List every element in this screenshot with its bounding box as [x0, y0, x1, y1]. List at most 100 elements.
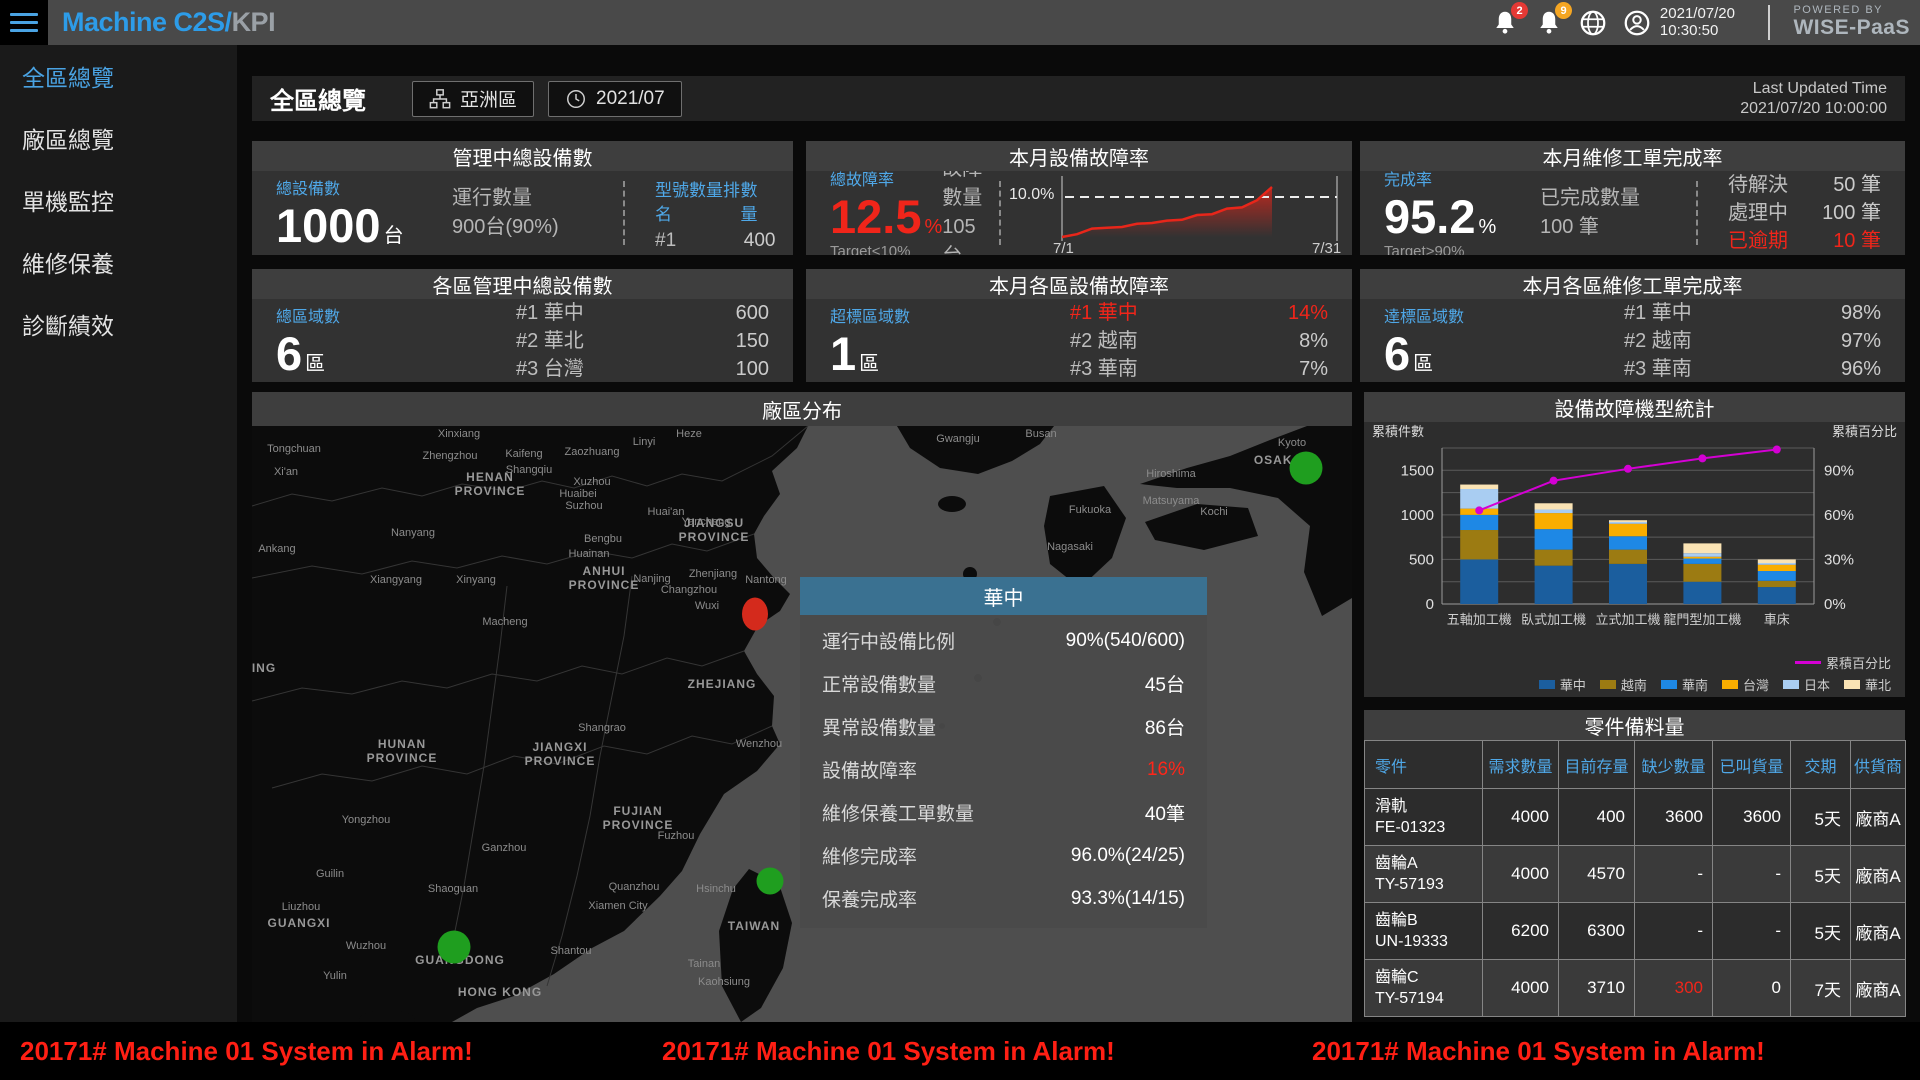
svg-text:車床: 車床 [1764, 612, 1790, 627]
tooltip-row: 維修完成率96.0%(24/25) [800, 834, 1207, 877]
target-met-region-stat: 達標區域數 6 區 [1360, 303, 1600, 379]
table-header-cell: 目前存量 [1559, 741, 1635, 789]
svg-text:30%: 30% [1824, 551, 1854, 568]
pareto-series-legend: 華中越南華南台灣日本華北 [1364, 672, 1905, 696]
account-button[interactable] [1622, 8, 1652, 38]
svg-text:1500: 1500 [1401, 462, 1434, 479]
x-end-label: 7/31 [1312, 240, 1341, 255]
notification-badge: 2 [1511, 2, 1528, 19]
tooltip-row: 異常設備數量86台 [800, 705, 1207, 748]
card-region-work-order: 本月各區維修工單完成率 達標區域數 6 區 #1 華中98%#2 越南97%#3… [1360, 269, 1905, 382]
month-filter-button[interactable]: 2021/07 [548, 81, 682, 117]
factory-status-marker[interactable] [742, 598, 768, 631]
table-header-cell: 零件 [1365, 741, 1483, 789]
over-limit-region-stat: 超標區域數 1 區 [806, 303, 1046, 379]
pareto-line-legend: 累積百分比 [1364, 652, 1905, 672]
topbar-divider [1768, 5, 1770, 40]
running-devices-stat: 運行數量 900台(90%) [452, 184, 617, 242]
part-name: 齒輪A [1375, 853, 1473, 874]
divider [999, 181, 1001, 245]
card-fault-model-stats: 設備故障機型統計 累積件數累積百分比0500100015000%30%60%90… [1364, 392, 1905, 697]
legend-entry[interactable]: 台灣 [1722, 675, 1769, 694]
alarm-bell-button[interactable]: 9 [1534, 8, 1564, 38]
card-title: 各區管理中總設備數 [252, 269, 793, 299]
part-name: 齒輪B [1375, 910, 1473, 931]
table-cell: 4000 [1483, 789, 1559, 846]
hamburger-menu-button[interactable] [0, 0, 48, 45]
table-header-cell: 已叫貨量 [1713, 741, 1791, 789]
legend-entry[interactable]: 越南 [1600, 675, 1647, 694]
last-updated-label: Last Updated Time [1740, 79, 1887, 99]
svg-text:1000: 1000 [1401, 507, 1434, 524]
legend-entry[interactable]: 華北 [1844, 675, 1891, 694]
card-title: 管理中總設備數 [252, 141, 793, 171]
table-cell: 3600 [1635, 789, 1713, 846]
system-time: 10:30:50 [1660, 22, 1735, 39]
stat-row: #1 華中14% [1070, 299, 1328, 327]
notification-bell-button[interactable]: 2 [1490, 8, 1520, 38]
language-globe-button[interactable] [1578, 8, 1608, 38]
region-fault-list: #1 華中14%#2 越南8%#3 華南7% [1046, 299, 1352, 382]
sidebar-item[interactable]: 廠區總覽 [0, 107, 237, 169]
tooltip-row: 設備故障率16% [800, 748, 1207, 791]
tooltip-row: 正常設備數量45台 [800, 662, 1207, 705]
app-root: Machine C2S/ KPI 2 9 [0, 0, 1920, 1080]
sidebar-item[interactable]: 維修保養 [0, 231, 237, 293]
factory-status-marker[interactable] [438, 931, 471, 964]
sidebar-item[interactable]: 全區總覽 [0, 45, 237, 107]
card-work-order: 本月維修工單完成率 完成率 95.2 % Target>90% 已完成數量 10… [1360, 141, 1905, 255]
svg-text:0: 0 [1426, 596, 1434, 613]
table-cell: 3600 [1713, 789, 1791, 846]
region-devices-list: #1 華中600#2 華北150#3 台灣100 [492, 299, 793, 382]
table-cell: 5天 [1791, 846, 1851, 903]
table-cell: 廠商A [1851, 960, 1906, 1017]
threshold-label: 10.0% [1009, 186, 1054, 204]
legend-entry[interactable]: 華南 [1661, 675, 1708, 694]
part-code: FE-01323 [1375, 817, 1473, 838]
region-tooltip: 華中 運行中設備比例90%(540/600)正常設備數量45台異常設備數量86台… [800, 577, 1207, 928]
region-work-order-list: #1 華中98%#2 越南97%#3 華南96% [1600, 299, 1905, 382]
table-row: 齒輪BUN-1933362006300--5天廠商A [1365, 903, 1906, 960]
alarm-marquee-text: 20171# Machine 01 System in Alarm! [662, 1036, 1115, 1067]
factory-status-marker[interactable] [1290, 452, 1323, 485]
completion-target: Target>90% [1384, 243, 1540, 255]
legend-entry[interactable]: 華中 [1539, 675, 1586, 694]
map-canvas[interactable]: HENAN PROVINCEJIANGSU PROVINCEANHUI PROV… [252, 426, 1352, 1022]
top-bar: Machine C2S/ KPI 2 9 [0, 0, 1920, 45]
total-devices-value: 1000 [276, 201, 381, 251]
alarm-badge: 9 [1555, 2, 1572, 19]
last-updated-value: 2021/07/20 10:00:00 [1740, 99, 1887, 119]
legend-entry[interactable]: 日本 [1783, 675, 1830, 694]
table-row: 滑軌FE-013234000400360036005天廠商A [1365, 789, 1906, 846]
table-row: 齒輪CTY-571944000371030007天廠商A [1365, 960, 1906, 1017]
stat-row: #2 越南8% [1070, 327, 1328, 355]
tooltip-region-title: 華中 [800, 577, 1207, 615]
part-code: TY-57193 [1375, 874, 1473, 895]
sidebar-item[interactable]: 單機監控 [0, 169, 237, 231]
part-code: TY-57194 [1375, 988, 1473, 1009]
svg-text:0%: 0% [1824, 596, 1846, 613]
table-cell: 7天 [1791, 960, 1851, 1017]
card-title: 零件備料量 [1364, 710, 1905, 740]
table-row: 齒輪ATY-5719340004570--5天廠商A [1365, 846, 1906, 903]
factory-status-marker[interactable] [757, 868, 784, 895]
fault-rate-stat: 總故障率 12.5 % Target<10% [806, 171, 942, 255]
logo-secondary: KPI [232, 7, 276, 38]
powered-by-line2: WISE-PaaS [1793, 16, 1910, 40]
parts-table-header: 零件需求數量目前存量缺少數量已叫貨量交期供貨商 [1365, 741, 1906, 789]
sidebar-item[interactable]: 診斷績效 [0, 293, 237, 355]
stat-row: 已逾期10 筆 [1728, 227, 1881, 255]
user-icon [1622, 8, 1652, 38]
table-cell: 4000 [1483, 846, 1559, 903]
region-filter-button[interactable]: 亞洲區 [412, 81, 534, 117]
stat-row: #2 越南97% [1624, 327, 1881, 355]
table-cell: 4570 [1559, 846, 1635, 903]
table-header-cell: 供貨商 [1851, 741, 1906, 789]
parts-table: 零件需求數量目前存量缺少數量已叫貨量交期供貨商 滑軌FE-01323400040… [1364, 740, 1906, 1017]
table-cell: 6200 [1483, 903, 1559, 960]
divider [1696, 181, 1698, 245]
work-order-status-list: 待解決50 筆處理中100 筆已逾期10 筆 [1704, 171, 1905, 255]
table-header-cell: 交期 [1791, 741, 1851, 789]
card-factory-map: 廠區分布 [252, 392, 1352, 1022]
legend-entry-line[interactable]: 累積百分比 [1795, 653, 1891, 672]
